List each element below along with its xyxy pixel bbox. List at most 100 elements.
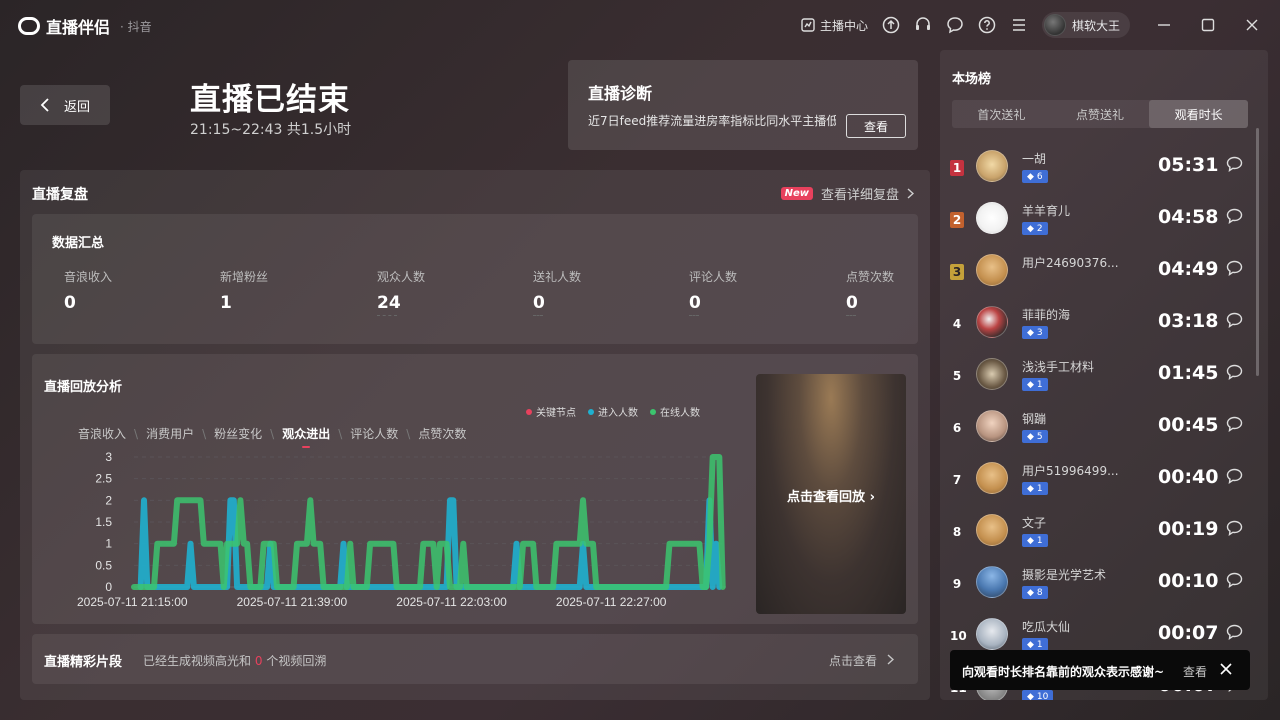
- chevron-left-icon: [40, 98, 49, 112]
- page-title: 直播已结束: [190, 82, 350, 118]
- help-icon[interactable]: [978, 16, 996, 34]
- leaderboard-row[interactable]: 3 用户24690376... 04:49: [940, 250, 1250, 302]
- upload-icon[interactable]: [882, 16, 900, 34]
- fan-level-value: 8: [1036, 587, 1043, 598]
- chat-bubble-icon[interactable]: [1226, 624, 1243, 644]
- detail-review-label: 查看详细复盘: [820, 188, 899, 203]
- viewer-avatar[interactable]: [976, 358, 1008, 390]
- stat-gifters[interactable]: 送礼人数 0: [533, 268, 581, 316]
- leaderboard-title: 本场榜: [952, 72, 992, 87]
- rank-number: 1: [950, 160, 964, 176]
- watch-duration: 04:49: [1158, 258, 1219, 280]
- logo-icon: [18, 17, 40, 35]
- user-profile[interactable]: 棋软大王: [1041, 12, 1130, 38]
- leaderboard-row[interactable]: 5 浅浅手工材料 ◆ 1 01:45: [940, 354, 1250, 406]
- fan-level-badge: ◆ 1: [1022, 482, 1048, 495]
- viewer-avatar[interactable]: [976, 306, 1008, 338]
- fan-level-badge: ◆ 6: [1022, 170, 1048, 183]
- leaderboard-row[interactable]: 1 一胡 ◆ 6 05:31: [940, 146, 1250, 198]
- new-badge: New: [780, 187, 813, 200]
- leaderboard-row[interactable]: 2 羊羊育儿 ◆ 2 04:58: [940, 198, 1250, 250]
- close-icon[interactable]: [1218, 661, 1234, 681]
- stat-likes[interactable]: 点赞次数 0: [846, 268, 894, 316]
- chat-bubble-icon[interactable]: [1226, 156, 1243, 176]
- stat-viewers[interactable]: 观众人数 24: [377, 268, 425, 316]
- message-icon[interactable]: [946, 16, 964, 34]
- toast-view-link[interactable]: 查看: [1183, 663, 1207, 680]
- y-tick-label: 0: [105, 580, 112, 594]
- stat-label: 音浪收入: [64, 270, 113, 284]
- chat-bubble-icon[interactable]: [1226, 364, 1243, 384]
- viewer-avatar[interactable]: [976, 566, 1008, 598]
- leaderboard-row[interactable]: 7 用户51996499... ◆ 1 00:40: [940, 458, 1250, 510]
- replay-thumbnail[interactable]: 点击查看回放 ›: [756, 374, 906, 614]
- title-bar: 直播伴侣 · 抖音 主播中心 棋软大王: [0, 0, 1280, 50]
- detail-review-link[interactable]: New 查看详细复盘: [780, 184, 914, 203]
- tab-first-gift[interactable]: 首次送礼: [952, 100, 1051, 128]
- leaderboard-tabs: 首次送礼 点赞送礼 观看时长: [952, 100, 1249, 128]
- viewer-avatar[interactable]: [976, 254, 1008, 286]
- watch-duration: 01:45: [1158, 362, 1219, 384]
- rank-number: 8: [952, 525, 962, 539]
- rank-number: 9: [952, 577, 962, 591]
- viewer-flow-chart: 3 2.5 2 1.5 1 0.5 02025-07-11 21:15:00 2025-07-…: [77, 450, 726, 609]
- headset-icon[interactable]: [914, 16, 932, 34]
- replay-analysis-card: 直播回放分析 关键节点 进入人数 在线人数 音浪收入 \ 消费用户 \ 粉丝变化…: [32, 354, 918, 624]
- leaderboard-row[interactable]: 6 钢蹦 ◆ 5 00:45: [940, 406, 1250, 458]
- viewer-avatar[interactable]: [976, 410, 1008, 442]
- rank-number: 4: [952, 317, 962, 331]
- viewer-avatar[interactable]: [976, 202, 1008, 234]
- tab-watch-time[interactable]: 观看时长: [1149, 100, 1249, 128]
- chat-bubble-icon[interactable]: [1226, 208, 1243, 228]
- chat-bubble-icon[interactable]: [1226, 468, 1243, 488]
- viewer-name: 用户24690376...: [1022, 256, 1119, 270]
- menu-icon[interactable]: [1010, 16, 1028, 34]
- rank-number: 5: [952, 369, 962, 383]
- watch-duration: 00:45: [1158, 414, 1219, 436]
- chat-bubble-icon[interactable]: [1226, 572, 1243, 592]
- stat-underline: [377, 315, 397, 316]
- fan-level-value: 1: [1036, 379, 1043, 390]
- anchor-center-link[interactable]: 主播中心: [801, 17, 868, 34]
- viewer-avatar[interactable]: [976, 150, 1008, 182]
- watch-duration: 00:10: [1158, 570, 1219, 592]
- stat-commenters[interactable]: 评论人数 0: [689, 268, 737, 316]
- diagnosis-text: 近7日feed推荐流量进房率指标比同水平主播低: [588, 114, 836, 128]
- viewer-avatar[interactable]: [976, 462, 1008, 494]
- viewer-avatar[interactable]: [976, 618, 1008, 650]
- chat-bubble-icon[interactable]: [1226, 260, 1243, 280]
- stat-underline: [689, 315, 699, 316]
- diagnosis-view-button[interactable]: 查看: [846, 114, 906, 138]
- stat-value: 0: [689, 293, 701, 313]
- y-tick-label: 1: [105, 537, 112, 551]
- stat-underline: [533, 315, 543, 316]
- summary-title: 数据汇总: [52, 236, 105, 251]
- leaderboard-row[interactable]: 9 摄影是光学艺术 ◆ 8 00:10: [940, 562, 1250, 614]
- diamond-icon: ◆: [1027, 483, 1034, 494]
- maximize-icon[interactable]: [1198, 15, 1218, 35]
- scrollbar[interactable]: [1256, 128, 1259, 376]
- chat-bubble-icon[interactable]: [1226, 312, 1243, 332]
- watch-duration: 03:18: [1158, 310, 1219, 332]
- leaderboard-row[interactable]: 4 菲菲的海 ◆ 3 03:18: [940, 302, 1250, 354]
- fan-level-badge: ◆ 3: [1022, 326, 1048, 339]
- close-icon[interactable]: [1242, 15, 1262, 35]
- minimize-icon[interactable]: [1154, 15, 1174, 35]
- stat-value: 0: [533, 293, 545, 313]
- leaderboard-row[interactable]: 8 文子 ◆ 1 00:19: [940, 510, 1250, 562]
- stat-value: 0: [64, 293, 76, 313]
- clips-view-link[interactable]: 点击查看: [829, 652, 894, 669]
- review-title: 直播复盘: [32, 187, 88, 203]
- y-tick-label: 1.5: [95, 515, 112, 529]
- back-button[interactable]: 返回: [20, 85, 110, 125]
- app-platform: · 抖音: [120, 19, 152, 34]
- viewer-avatar[interactable]: [976, 514, 1008, 546]
- stat-underline: [846, 315, 856, 316]
- chat-bubble-icon[interactable]: [1226, 520, 1243, 540]
- fan-level-badge: ◆ 2: [1022, 222, 1048, 235]
- chat-bubble-icon[interactable]: [1226, 416, 1243, 436]
- stat-value: 24: [377, 293, 401, 313]
- stat-new-fans: 新增粉丝 1: [220, 268, 268, 313]
- tab-like-gift[interactable]: 点赞送礼: [1051, 100, 1150, 128]
- watch-duration: 04:58: [1158, 206, 1219, 228]
